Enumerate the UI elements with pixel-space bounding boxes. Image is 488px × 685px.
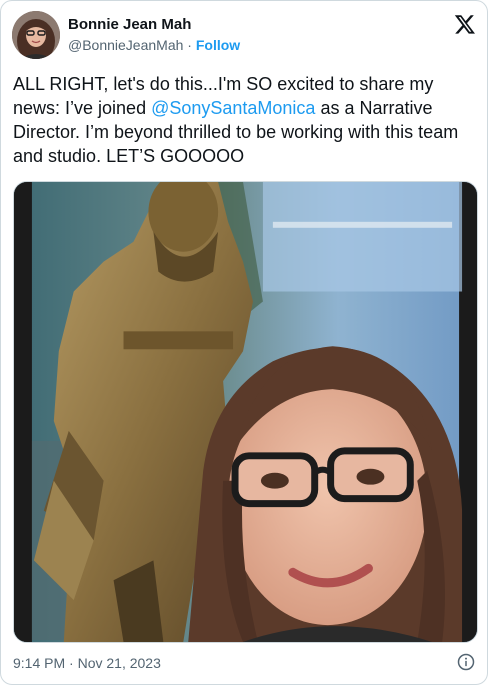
separator-dot: ·	[187, 37, 192, 53]
display-name[interactable]: Bonnie Jean Mah	[68, 15, 240, 34]
mention-link[interactable]: @SonySantaMonica	[151, 98, 315, 118]
x-logo-icon[interactable]	[454, 13, 476, 35]
follow-button[interactable]: Follow	[196, 37, 240, 53]
info-icon[interactable]	[457, 653, 475, 671]
tweet-photo[interactable]	[13, 181, 478, 643]
tweet-card: Bonnie Jean Mah @BonnieJeanMah · Follow …	[0, 0, 488, 685]
handle-line: @BonnieJeanMah · Follow	[68, 36, 240, 55]
tweet-header: Bonnie Jean Mah @BonnieJeanMah · Follow	[12, 11, 478, 61]
tweet-footer: 9:14 PM · Nov 21, 2023	[13, 653, 477, 673]
handle[interactable]: @BonnieJeanMah	[68, 37, 183, 53]
author-names: Bonnie Jean Mah @BonnieJeanMah · Follow	[68, 15, 240, 55]
tweet-text: ALL RIGHT, let's do this...I'm SO excite…	[13, 72, 477, 168]
timestamp[interactable]: 9:14 PM · Nov 21, 2023	[13, 654, 161, 672]
avatar[interactable]	[12, 11, 60, 59]
photo-image	[14, 182, 477, 642]
avatar-image	[12, 11, 60, 59]
